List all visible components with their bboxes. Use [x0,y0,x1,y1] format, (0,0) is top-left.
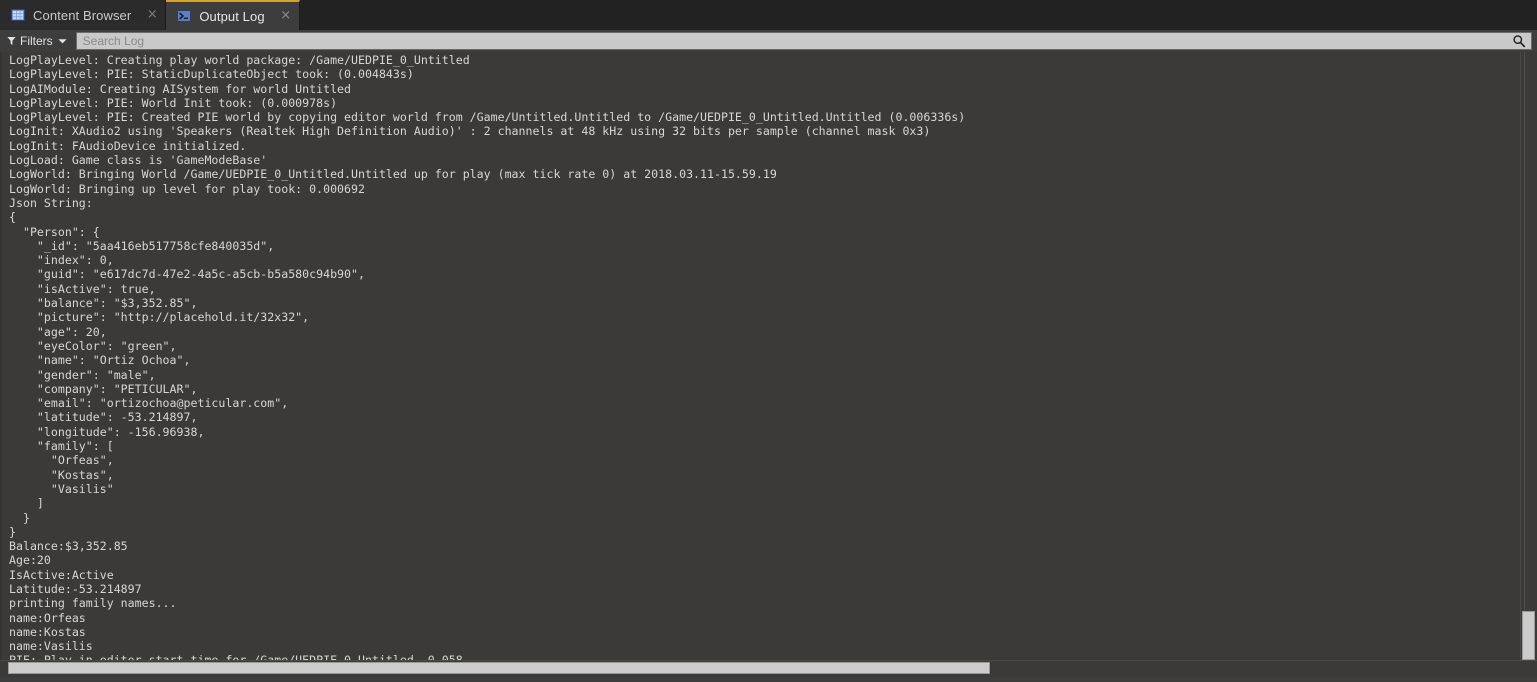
log-line: "picture": "http://placehold.it/32x32", [9,310,310,325]
log-horizontal-scrollbar[interactable] [0,660,1537,677]
search-log-box[interactable] [75,32,1532,50]
tab-output-log[interactable]: Output Log × [166,0,300,30]
log-line: "email": "ortizochoa@peticular.com", [9,396,289,411]
log-line: "_id": "5aa416eb517758cfe840035d", [9,238,275,253]
log-line: LogPlayLevel: PIE: Created PIE world by … [9,110,966,125]
log-line: "eyeColor": "green", [9,338,177,353]
tab-close-icon[interactable]: × [279,9,293,23]
log-line: "family": [ [9,439,114,454]
content-browser-icon [11,9,25,21]
log-line: Latitude:-53.214897 [9,581,142,596]
log-line: "longitude": -156.96938, [9,424,205,439]
log-line: { [9,210,16,225]
log-line: "Kostas", [9,467,114,482]
log-line: "Orfeas", [9,453,114,468]
log-line: LogInit: XAudio2 using 'Speakers (Realte… [9,124,931,139]
log-line: "company": "PETICULAR", [9,381,198,396]
log-line: "age": 20, [9,324,107,339]
output-log-icon [177,10,192,22]
filters-label: Filters [20,34,53,48]
log-line: Json String: [9,195,93,210]
log-line: "Vasilis" [9,481,114,496]
log-output-area[interactable]: LogPlayLevel: Creating play world packag… [0,52,1537,660]
search-input[interactable] [76,33,1512,49]
log-line: "balance": "$3,352.85", [9,296,198,311]
log-line: name:Kostas [9,624,86,639]
panel-bottom-edge [0,677,1537,682]
log-line: LogInit: FAudioDevice initialized. [9,138,247,153]
horizontal-scrollbar-thumb[interactable] [8,662,990,674]
log-line: "name": "Ortiz Ochoa", [9,353,191,368]
log-line: Age:20 [9,553,51,568]
log-line: "index": 0, [9,253,114,268]
log-line: Balance:$3,352.85 [9,539,128,554]
log-line: ] [9,496,44,511]
funnel-icon [7,36,16,46]
tab-content-browser[interactable]: Content Browser × [0,0,167,30]
log-line: IsActive:Active [9,567,114,582]
chevron-down-icon [58,39,67,44]
log-line: name:Orfeas [9,610,86,625]
log-line: LogPlayLevel: Creating play world packag… [9,53,470,67]
log-line: } [9,524,16,539]
log-toolbar: Filters [0,30,1537,52]
log-line: LogPlayLevel: PIE: StaticDuplicateObject… [9,67,414,82]
log-line: LogWorld: Bringing up level for play too… [9,181,365,196]
log-line: } [9,510,30,525]
tab-close-icon[interactable]: × [145,8,159,22]
log-line: LogAIModule: Creating AISystem for world… [9,81,352,96]
vertical-scrollbar-thumb[interactable] [1522,611,1535,660]
log-line: "Person": { [9,224,100,239]
log-line: LogLoad: Game class is 'GameModeBase' [9,153,268,168]
log-line: "isActive": true, [9,281,156,296]
log-line: "guid": "e617dc7d-47e2-4a5c-a5cb-b5a580c… [9,267,365,282]
log-line-list: LogPlayLevel: Creating play world packag… [9,53,1517,660]
tab-label: Output Log [199,8,265,24]
search-icon[interactable] [1512,34,1526,48]
log-line: "latitude": -53.214897, [9,410,198,425]
tab-strip: Content Browser × Output Log × [0,0,1537,30]
log-vertical-scrollbar[interactable] [1520,52,1537,660]
log-line: LogPlayLevel: PIE: World Init took: (0.0… [9,95,338,110]
log-line: name:Vasilis [9,639,93,654]
filters-button[interactable]: Filters [3,32,72,50]
tab-label: Content Browser [33,7,132,23]
vertical-scrollbar-track [1524,52,1525,660]
output-log-panel: Content Browser × Output Log × Filters S… [0,0,1537,682]
log-line: "gender": "male", [9,367,156,382]
log-line: printing family names... [9,596,177,611]
log-line: LogWorld: Bringing World /Game/UEDPIE_0_… [9,167,777,182]
